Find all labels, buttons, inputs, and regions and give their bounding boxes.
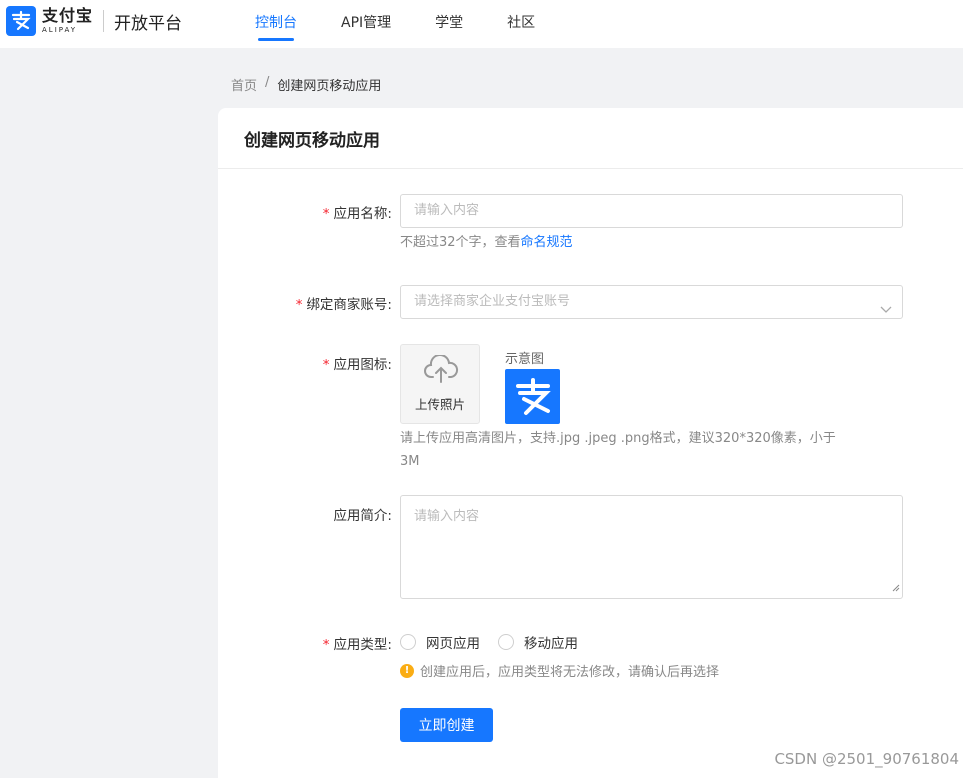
app-icon-label: * 应用图标: [322, 357, 392, 373]
merchant-account-label: * 绑定商家账号: [295, 297, 392, 313]
app-intro-textarea[interactable]: 请输入内容 [400, 495, 903, 599]
required-mark: * [295, 297, 303, 313]
upload-photo-button[interactable]: 上传照片 [400, 344, 480, 424]
top-navigation-bar: 支付宝 ALIPAY 开放平台 控制台 API管理 学堂 社区 [0, 0, 963, 48]
nav-community[interactable]: 社区 [485, 0, 557, 48]
cloud-upload-icon [423, 354, 459, 389]
chevron-down-icon [880, 296, 892, 328]
alipay-example-icon [505, 369, 560, 424]
upload-photo-label: 上传照片 [414, 397, 465, 412]
main-nav: 控制台 API管理 学堂 社区 [233, 0, 557, 48]
app-name-input[interactable]: 请输入内容 [400, 194, 903, 228]
form-card: 创建网页移动应用 * 应用名称: 请输入内容 不超过32个字，查看命名规范 * 绑定… [218, 108, 963, 778]
create-now-button[interactable]: 立即创建 [400, 708, 493, 742]
app-name-hint: 不超过32个字，查看命名规范 [400, 235, 573, 250]
page-title: 创建网页移动应用 [244, 131, 380, 151]
required-mark: * [322, 357, 330, 373]
icon-upload-hint: 请上传应用高清图片，支持.jpg .jpeg .png格式，建议320*320像… [400, 431, 836, 469]
breadcrumb-current: 创建网页移动应用 [277, 79, 382, 94]
logo-chinese-text: 支付宝 [42, 6, 94, 25]
naming-rules-link[interactable]: 命名规范 [521, 235, 573, 250]
required-mark: * [322, 637, 330, 653]
example-label: 示意图 [505, 352, 545, 367]
breadcrumb: 首页 / 创建网页移动应用 [231, 75, 381, 94]
app-type-label: * 应用类型: [322, 637, 392, 653]
breadcrumb-home[interactable]: 首页 [231, 75, 257, 94]
nav-console[interactable]: 控制台 [233, 0, 319, 48]
app-name-label: * 应用名称: [322, 206, 392, 222]
platform-title: 开放平台 [114, 13, 183, 34]
watermark: CSDN @2501_90761804 [774, 750, 959, 768]
warning-icon: ! [400, 663, 414, 678]
logo-english-text: ALIPAY [42, 26, 78, 34]
radio-mobile-app[interactable]: 移动应用 [498, 632, 578, 652]
radio-circle[interactable] [498, 634, 514, 650]
breadcrumb-separator: / [265, 75, 270, 90]
logo-divider [103, 10, 105, 32]
app-intro-label: 应用简介: [333, 508, 392, 524]
app-intro-placeholder: 请输入内容 [414, 509, 480, 524]
resize-grip-icon[interactable] [892, 581, 900, 596]
radio-web-app[interactable]: 网页应用 [400, 632, 480, 652]
app-type-warning: ! 创建应用后，应用类型将无法修改，请确认后再选择 [400, 661, 719, 680]
radio-circle[interactable] [400, 634, 416, 650]
title-divider [218, 168, 963, 169]
required-mark: * [322, 206, 330, 222]
merchant-account-select[interactable]: 请选择商家企业支付宝账号 [400, 285, 903, 319]
nav-api-management[interactable]: API管理 [319, 0, 413, 48]
alipay-logo-icon [6, 6, 36, 36]
alipay-logo[interactable]: 支付宝 ALIPAY 开放平台 [6, 6, 182, 36]
app-type-radio-group: 网页应用 移动应用 [400, 632, 596, 652]
nav-academy[interactable]: 学堂 [413, 0, 485, 48]
merchant-account-placeholder: 请选择商家企业支付宝账号 [414, 294, 571, 309]
